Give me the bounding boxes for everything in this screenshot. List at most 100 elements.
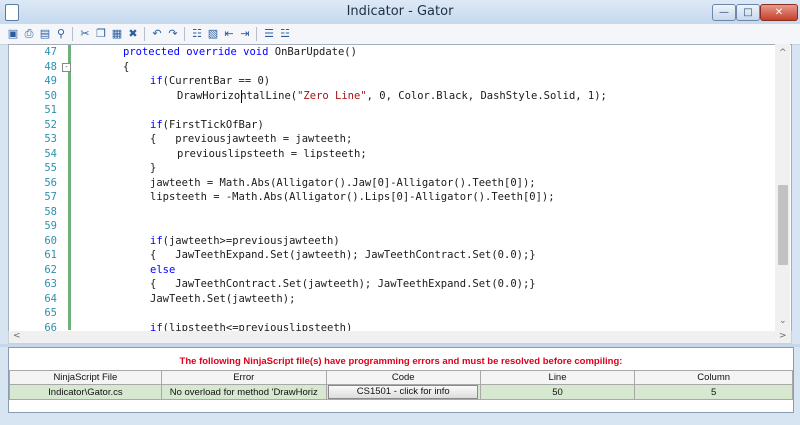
line-number: 64 bbox=[44, 292, 57, 305]
code-text: previouslipsteeth = lipsteeth; bbox=[177, 147, 367, 160]
code-line[interactable]: 57 lipsteeth = -Math.Abs(Alligator().Lips… bbox=[9, 190, 779, 205]
outdent-icon[interactable]: ⇤ bbox=[222, 27, 236, 41]
scroll-up-icon[interactable]: ^ bbox=[779, 48, 787, 58]
error-panel: The following NinjaScript file(s) have p… bbox=[8, 347, 794, 413]
line-number: 53 bbox=[44, 133, 57, 145]
code-line[interactable]: 47 protected override void OnBarUpdate() bbox=[9, 45, 779, 60]
code-text: } bbox=[150, 162, 157, 174]
code-line[interactable]: 63 { JawTeethContract.Set(jawteeth); JawT… bbox=[9, 277, 779, 292]
code-line[interactable]: 53 { previousjawteeth = jawteeth; bbox=[9, 132, 779, 147]
maximize-icon: □ bbox=[743, 7, 753, 18]
uncomment-icon[interactable]: ☳ bbox=[278, 27, 292, 41]
column-header-code[interactable]: Code bbox=[325, 370, 481, 385]
line-number: 62 bbox=[44, 263, 57, 276]
comment-icon[interactable]: ☰ bbox=[262, 27, 276, 41]
vertical-scroll-thumb[interactable] bbox=[778, 185, 788, 265]
line-number: 59 bbox=[44, 220, 57, 232]
horizontal-scrollbar[interactable]: < > bbox=[8, 331, 792, 344]
code-text: { JawTeethContract.Set(jawteeth); JawTee… bbox=[150, 278, 536, 290]
redo-icon[interactable]: ↷ bbox=[166, 27, 180, 41]
delete-icon[interactable]: ✖ bbox=[126, 27, 140, 41]
toolbar-separator bbox=[144, 27, 145, 41]
scroll-down-icon[interactable]: ⌄ bbox=[779, 316, 787, 326]
code-line[interactable]: 58 bbox=[9, 205, 779, 220]
undo-icon[interactable]: ↶ bbox=[150, 27, 164, 41]
code-line[interactable]: 51 bbox=[9, 103, 779, 118]
title-bar: Indicator - Gator — □ ✕ bbox=[0, 0, 800, 25]
code-line[interactable]: 54 previouslipsteeth = lipsteeth; bbox=[9, 147, 779, 162]
code-line[interactable]: 50 DrawHorizontalLine("Zero Line", 0, Col… bbox=[9, 89, 779, 104]
text-caret bbox=[241, 89, 242, 103]
code-line[interactable]: 65 bbox=[9, 306, 779, 321]
line-number: 58 bbox=[44, 205, 57, 218]
toolbar-separator bbox=[72, 27, 73, 41]
code-line[interactable]: 49 if(CurrentBar == 0) bbox=[9, 74, 779, 89]
indent-icon[interactable]: ⇥ bbox=[238, 27, 252, 41]
close-button[interactable]: ✕ bbox=[760, 4, 798, 21]
editor-window: Indicator - Gator — □ ✕ ▣ ⎙ ▤ ⚲ ✂ ❐ ▦ ✖ … bbox=[0, 0, 800, 425]
code-line[interactable]: 62 else bbox=[9, 263, 779, 278]
code-line[interactable]: 56 jawteeth = Math.Abs(Alligator().Jaw[0]… bbox=[9, 176, 779, 191]
column-header-line[interactable]: Line bbox=[479, 370, 636, 385]
error-description[interactable]: No overload for method 'DrawHoriz bbox=[160, 384, 327, 400]
code-line[interactable]: 55} bbox=[9, 161, 779, 176]
scroll-right-icon[interactable]: > bbox=[779, 331, 787, 341]
code-text: if(jawteeth>=previousjawteeth) bbox=[150, 234, 340, 247]
line-number: 61 bbox=[44, 249, 57, 261]
column-header-error[interactable]: Error bbox=[160, 370, 327, 385]
minimize-button[interactable]: — bbox=[712, 4, 736, 21]
print-preview-icon[interactable]: ▤ bbox=[38, 27, 52, 41]
line-number: 52 bbox=[44, 118, 57, 131]
line-number: 60 bbox=[44, 234, 57, 247]
line-number: 63 bbox=[44, 278, 57, 290]
print-icon[interactable]: ⎙ bbox=[22, 27, 36, 41]
column-header-file[interactable]: NinjaScript File bbox=[9, 370, 162, 385]
code-line[interactable]: 60 if(jawteeth>=previousjawteeth) bbox=[9, 234, 779, 249]
code-text: if(FirstTickOfBar) bbox=[150, 118, 264, 131]
code-text: jawteeth = Math.Abs(Alligator().Jaw[0]-A… bbox=[150, 176, 536, 189]
code-line[interactable]: 52 if(FirstTickOfBar) bbox=[9, 118, 779, 133]
error-code-cell[interactable]: CS1501 - click for info bbox=[325, 384, 481, 400]
line-number: 49 bbox=[44, 75, 57, 87]
scroll-left-icon[interactable]: < bbox=[13, 331, 21, 341]
line-number: 55 bbox=[44, 162, 57, 174]
paste-icon[interactable]: ▦ bbox=[110, 27, 124, 41]
find-icon[interactable]: ⚲ bbox=[54, 27, 68, 41]
code-text: { JawTeethExpand.Set(jawteeth); JawTeeth… bbox=[150, 249, 536, 261]
toolbar: ▣ ⎙ ▤ ⚲ ✂ ❐ ▦ ✖ ↶ ↷ ☷ ▧ ⇤ ⇥ ☰ ☳ bbox=[0, 24, 800, 45]
line-number: 51 bbox=[44, 104, 57, 116]
code-editor[interactable]: 47 protected override void OnBarUpdate() 4… bbox=[8, 44, 792, 333]
code-text: else bbox=[150, 263, 176, 276]
code-text: { previousjawteeth = jawteeth; bbox=[150, 133, 353, 145]
code-line[interactable]: 48- { bbox=[9, 60, 779, 75]
error-file[interactable]: Indicator\Gator.cs bbox=[9, 384, 162, 400]
error-column[interactable]: 5 bbox=[634, 384, 793, 400]
copy-icon[interactable]: ❐ bbox=[94, 27, 108, 41]
error-row[interactable]: Indicator\Gator.cs No overload for metho… bbox=[9, 384, 793, 400]
code-text: lipsteeth = -Math.Abs(Alligator().Lips[0… bbox=[150, 191, 555, 203]
bookmark-icon[interactable]: ▧ bbox=[206, 27, 220, 41]
line-number: 56 bbox=[44, 176, 57, 189]
code-line[interactable]: 64 JawTeeth.Set(jawteeth); bbox=[9, 292, 779, 307]
code-text: { bbox=[123, 60, 130, 73]
error-code-button[interactable]: CS1501 - click for info bbox=[328, 385, 479, 399]
error-table: NinjaScript File Error Code Line Column … bbox=[9, 370, 793, 400]
minimize-icon: — bbox=[719, 7, 729, 18]
save-icon[interactable]: ▣ bbox=[6, 27, 20, 41]
line-number: 50 bbox=[44, 89, 57, 102]
cut-icon[interactable]: ✂ bbox=[78, 27, 92, 41]
error-line[interactable]: 50 bbox=[479, 384, 636, 400]
toolbar-separator bbox=[256, 27, 257, 41]
code-text: protected override void OnBarUpdate() bbox=[123, 46, 357, 58]
code-line[interactable]: 59 bbox=[9, 219, 779, 234]
line-number: 65 bbox=[44, 307, 57, 319]
toolbar-separator bbox=[184, 27, 185, 41]
line-number: 47 bbox=[44, 46, 57, 58]
error-message: The following NinjaScript file(s) have p… bbox=[179, 356, 623, 367]
maximize-button[interactable]: □ bbox=[736, 4, 760, 21]
line-number: 48 bbox=[44, 60, 57, 73]
fold-toggle-icon[interactable]: - bbox=[62, 62, 71, 72]
find-replace-icon[interactable]: ☷ bbox=[190, 27, 204, 41]
column-header-column[interactable]: Column bbox=[634, 370, 793, 385]
code-line[interactable]: 61 { JawTeethExpand.Set(jawteeth); JawTee… bbox=[9, 248, 779, 263]
